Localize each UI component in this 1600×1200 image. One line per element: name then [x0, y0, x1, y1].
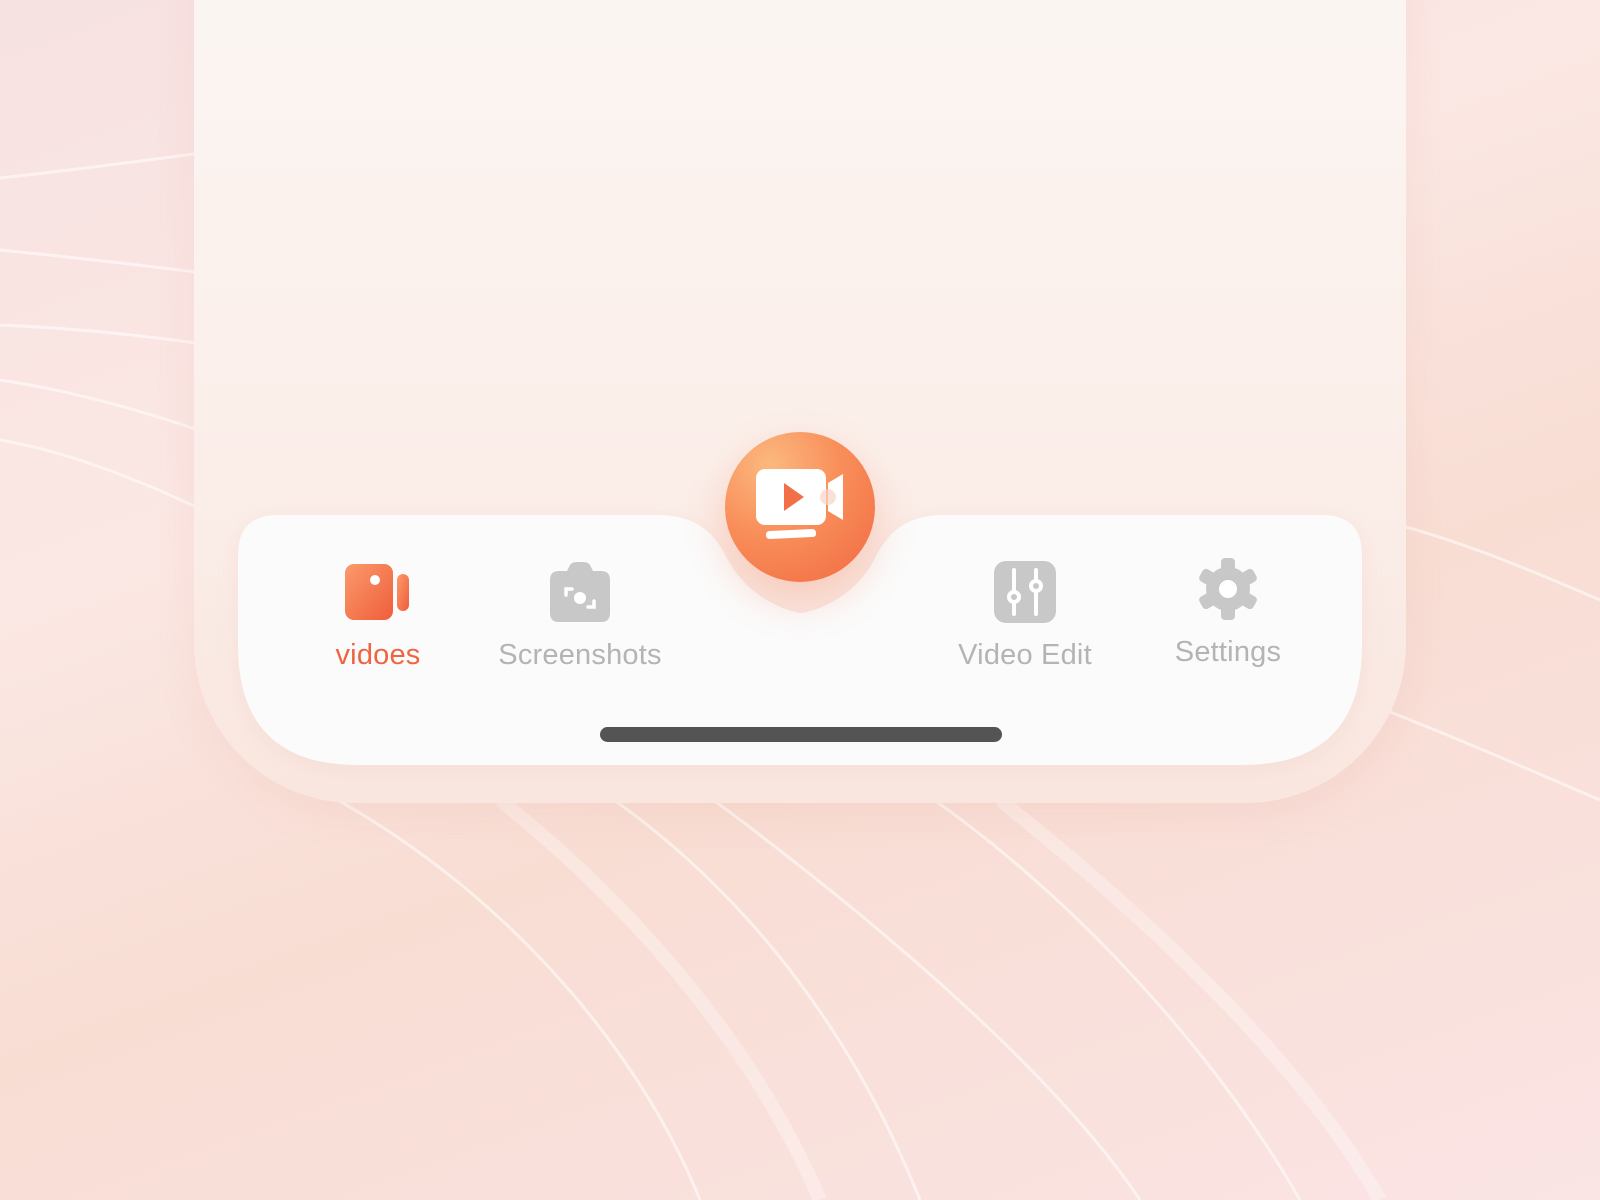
tab-label: Settings: [1174, 636, 1282, 668]
tab-label: Video Edit: [958, 639, 1092, 671]
sliders-icon: [992, 559, 1058, 625]
tab-video-edit[interactable]: Video Edit: [925, 559, 1125, 672]
video-record-icon: [754, 467, 846, 548]
screenshot-camera-icon: [547, 559, 613, 625]
tab-videos[interactable]: vidoes: [278, 559, 478, 672]
tab-label: vidoes: [335, 639, 421, 671]
video-camera-icon: [345, 559, 411, 625]
home-indicator[interactable]: [600, 727, 1002, 742]
tab-settings[interactable]: Settings: [1128, 556, 1328, 669]
gear-icon: [1195, 556, 1261, 622]
tab-label: Screenshots: [498, 639, 662, 671]
record-video-button[interactable]: [725, 432, 875, 582]
tab-screenshots[interactable]: Screenshots: [480, 559, 680, 672]
